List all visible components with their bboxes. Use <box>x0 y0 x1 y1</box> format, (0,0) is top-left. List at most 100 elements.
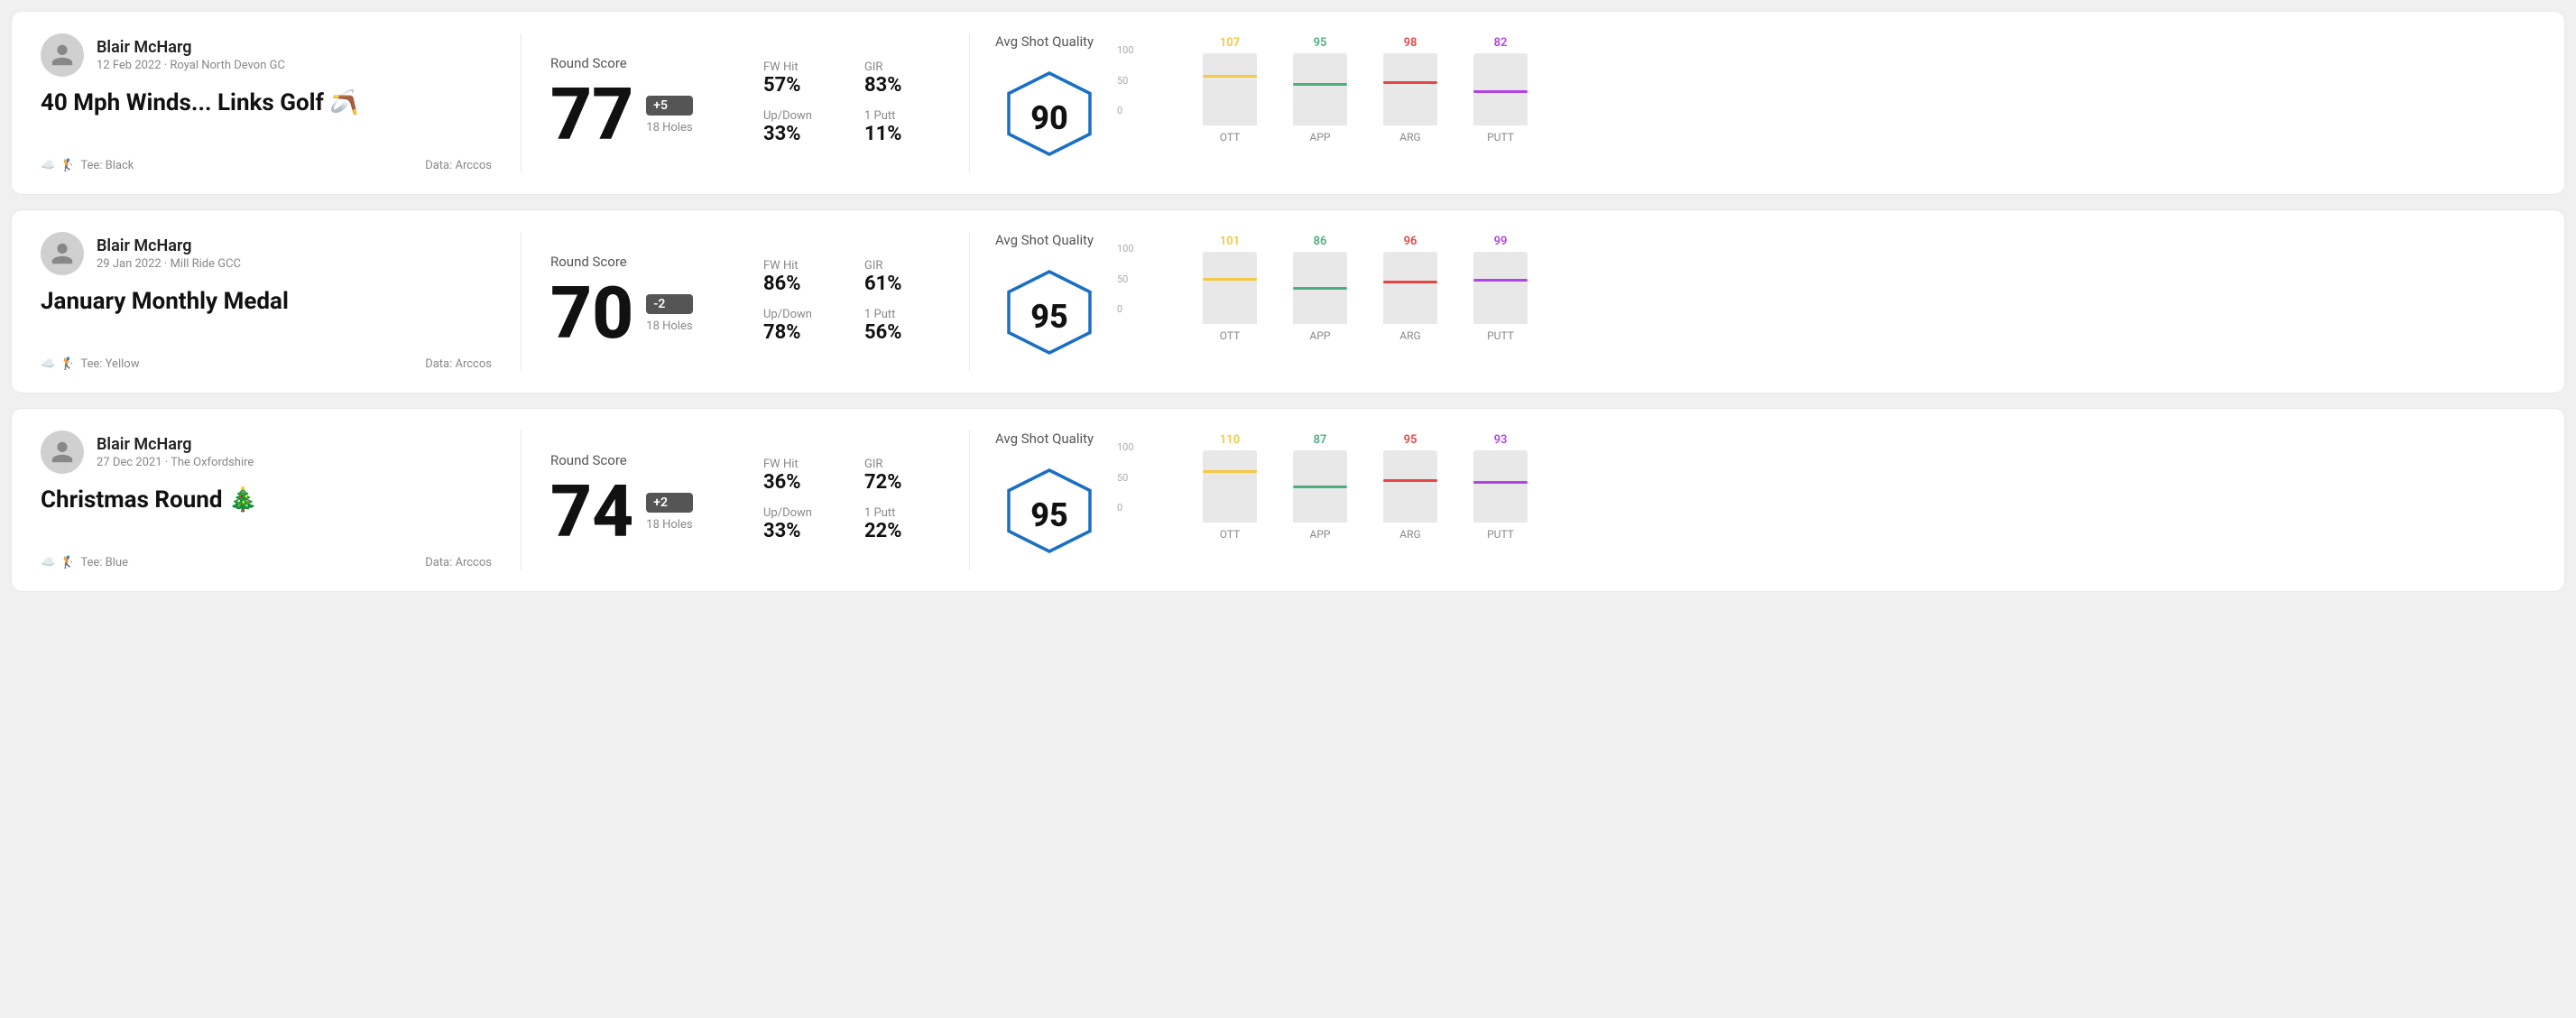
user-date: 27 Dec 2021 · The Oxfordshire <box>97 456 254 469</box>
stat-oneputt: 1 Putt 22% <box>864 506 944 542</box>
stat-oneputt-label: 1 Putt <box>864 506 944 520</box>
bar-value-arg: 95 <box>1404 433 1417 447</box>
bar-marker-app <box>1293 287 1347 290</box>
divider-2 <box>969 33 970 172</box>
divider-2 <box>969 232 970 371</box>
tee-info: ☁️ 🏌️ Tee: Black <box>41 159 134 172</box>
bar-label-putt: PUTT <box>1487 528 1514 541</box>
bar-wrapper-arg <box>1383 53 1437 125</box>
stats-grid: FW Hit 86% GIR 61% Up/Down 78% 1 Putt 56… <box>763 259 944 344</box>
score-badge: +2 <box>646 493 692 513</box>
left-section: Blair McHarg 29 Jan 2022 · Mill Ride GCC… <box>41 232 492 371</box>
chart-y-axis: 100 50 0 <box>1117 243 1134 315</box>
stat-oneputt-label: 1 Putt <box>864 109 944 123</box>
stat-fw-hit-value: 57% <box>763 74 843 97</box>
bar-col-putt: 93 PUTT <box>1473 433 1528 541</box>
tee-label: Tee: Blue <box>80 556 128 569</box>
stat-fw-hit-label: FW Hit <box>763 259 843 273</box>
bar-fill-bg <box>1383 281 1437 324</box>
stats-grid: FW Hit 36% GIR 72% Up/Down 33% 1 Putt 22… <box>763 458 944 542</box>
stat-gir: GIR 72% <box>864 458 944 494</box>
left-section: Blair McHarg 12 Feb 2022 · Royal North D… <box>41 33 492 172</box>
stat-fw-hit: FW Hit 36% <box>763 458 843 494</box>
stat-fw-hit-value: 86% <box>763 273 843 295</box>
bar-value-app: 86 <box>1314 235 1327 248</box>
user-details: Blair McHarg 27 Dec 2021 · The Oxfordshi… <box>97 435 254 469</box>
bar-wrapper-ott <box>1203 450 1257 523</box>
bar-fill-bg <box>1203 75 1257 125</box>
y-top: 100 <box>1117 243 1134 255</box>
bar-label-app: APP <box>1310 329 1331 342</box>
score-row: 70 -2 18 Holes <box>550 277 749 349</box>
bar-fill-bg <box>1473 90 1528 125</box>
score-badge-col: +2 18 Holes <box>646 493 692 532</box>
chart-section: 100 50 0 101 OTT 86 APP <box>1140 232 2535 371</box>
bar-marker-ott <box>1203 278 1257 281</box>
bar-fill-bg <box>1473 279 1528 324</box>
stats-grid: FW Hit 57% GIR 83% Up/Down 33% 1 Putt 11… <box>763 60 944 145</box>
user-date: 12 Feb 2022 · Royal North Devon GC <box>97 59 285 72</box>
stat-fw-hit-label: FW Hit <box>763 458 843 471</box>
tee-label: Tee: Yellow <box>80 357 139 371</box>
score-row: 74 +2 18 Holes <box>550 476 749 548</box>
bar-fill-bg <box>1383 479 1437 523</box>
bar-wrapper-app <box>1293 252 1347 324</box>
chart-section: 100 50 0 110 OTT 87 APP <box>1140 430 2535 569</box>
bar-value-putt: 82 <box>1494 36 1508 50</box>
score-badge-col: +5 18 Holes <box>646 96 692 134</box>
stat-gir: GIR 83% <box>864 60 944 97</box>
stat-updown-label: Up/Down <box>763 109 843 123</box>
user-info: Blair McHarg 12 Feb 2022 · Royal North D… <box>41 33 492 77</box>
stat-updown-value: 78% <box>763 321 843 344</box>
bar-wrapper-arg <box>1383 252 1437 324</box>
stat-gir-label: GIR <box>864 60 944 74</box>
round-title: January Monthly Medal <box>41 288 492 315</box>
bar-chart: 110 OTT 87 APP 95 ARG 93 <box>1203 441 2535 559</box>
bar-wrapper-putt <box>1473 252 1528 324</box>
bar-fill-bg <box>1203 278 1257 324</box>
stat-updown: Up/Down 78% <box>763 308 843 344</box>
bar-wrapper-ott <box>1203 252 1257 324</box>
data-source: Data: Arccos <box>425 556 492 569</box>
tee-info: ☁️ 🏌️ Tee: Blue <box>41 556 128 569</box>
bar-fill-bg <box>1203 470 1257 523</box>
round-card-round2: Blair McHarg 29 Jan 2022 · Mill Ride GCC… <box>11 209 2565 393</box>
weather-icon: ☁️ <box>41 357 55 371</box>
stats-section: FW Hit 36% GIR 72% Up/Down 33% 1 Putt 22… <box>763 430 944 569</box>
stat-gir: GIR 61% <box>864 259 944 295</box>
y-mid: 50 <box>1117 75 1134 87</box>
bar-col-ott: 101 OTT <box>1203 235 1257 342</box>
tee-icon: 🏌️ <box>60 159 75 172</box>
y-top: 100 <box>1117 44 1134 56</box>
bar-label-app: APP <box>1310 131 1331 143</box>
bar-label-ott: OTT <box>1220 329 1241 342</box>
hexagon-container: 95 <box>995 461 1103 569</box>
footer-info: ☁️ 🏌️ Tee: Black Data: Arccos <box>41 159 492 172</box>
stat-oneputt-value: 11% <box>864 123 944 145</box>
bar-wrapper-app <box>1293 450 1347 523</box>
y-mid: 50 <box>1117 273 1134 285</box>
stats-section: FW Hit 86% GIR 61% Up/Down 78% 1 Putt 56… <box>763 232 944 371</box>
bar-fill-bg <box>1293 287 1347 324</box>
hexagon-container: 90 <box>995 64 1103 172</box>
bar-col-arg: 95 ARG <box>1383 433 1437 541</box>
bar-chart: 107 OTT 95 APP 98 ARG 82 <box>1203 44 2535 162</box>
hexagon-score: 95 <box>1030 496 1068 534</box>
stat-fw-hit-label: FW Hit <box>763 60 843 74</box>
stat-oneputt-value: 56% <box>864 321 944 344</box>
bar-marker-app <box>1293 83 1347 86</box>
hexagon-score: 95 <box>1030 298 1068 336</box>
bar-label-app: APP <box>1310 528 1331 541</box>
score-label: Round Score <box>550 452 749 468</box>
bar-col-putt: 99 PUTT <box>1473 235 1528 342</box>
score-number: 74 <box>550 476 633 548</box>
avatar <box>41 33 84 77</box>
score-number: 70 <box>550 277 633 349</box>
data-source: Data: Arccos <box>425 159 492 172</box>
user-name: Blair McHarg <box>97 38 285 57</box>
bar-wrapper-putt <box>1473 450 1528 523</box>
bar-col-ott: 110 OTT <box>1203 433 1257 541</box>
quality-label: Avg Shot Quality <box>995 33 1094 50</box>
avatar <box>41 232 84 275</box>
divider-1 <box>521 232 522 371</box>
